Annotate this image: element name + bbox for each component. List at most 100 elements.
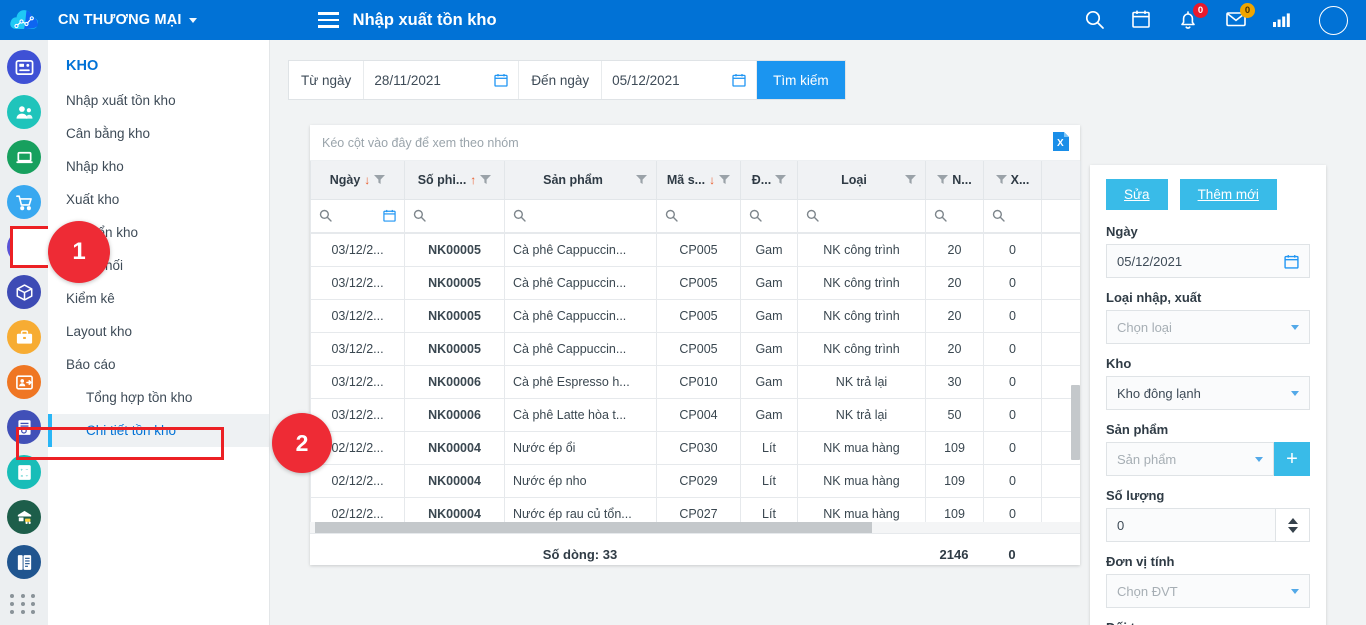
avatar[interactable]: [1319, 5, 1348, 35]
grid-body-scroll-area[interactable]: 03/12/2... NK00005 Cà phê Cappuccin... CP00…: [310, 232, 1080, 533]
filter-cell-don-vi-tinh[interactable]: [740, 198, 798, 233]
plus-icon[interactable]: +: [1274, 442, 1310, 476]
table-row[interactable]: 02/12/2... NK00004 Nước ép ổi CP030 Lít NK mu…: [310, 430, 1080, 465]
sidebar-item-xuat-kho[interactable]: Xuất kho: [48, 183, 269, 216]
loai-nhap-xuat-select[interactable]: Chọn loại: [1106, 310, 1310, 344]
bell-icon[interactable]: 0: [1178, 3, 1208, 31]
grid-horizontal-scrollbar-track[interactable]: [310, 521, 1080, 533]
column-header-don-vi-tinh[interactable]: Đ...: [740, 161, 798, 200]
column-header-ngay[interactable]: Ngày ↓: [310, 161, 405, 200]
san-pham-select[interactable]: Sản phẩm: [1106, 442, 1274, 476]
cell-don-vi-tinh: Gam: [740, 331, 798, 366]
sidebar-item-tong-hop-ton-kho[interactable]: Tổng hợp tồn kho: [48, 381, 269, 414]
table-row[interactable]: 03/12/2... NK00006 Cà phê Latte hòa t... CP…: [310, 397, 1080, 432]
excel-export-icon[interactable]: X: [1050, 129, 1072, 153]
rail-item-laptop-icon[interactable]: [7, 140, 41, 174]
bar-chart-icon[interactable]: [1272, 9, 1294, 31]
cell-so-phieu[interactable]: NK00005: [404, 232, 505, 267]
cell-so-phieu[interactable]: NK00006: [404, 364, 505, 399]
grid-horizontal-scrollbar-thumb[interactable]: [315, 521, 872, 533]
search-button[interactable]: Tìm kiếm: [757, 61, 845, 99]
table-row[interactable]: 03/12/2... NK00005 Cà phê Cappuccin... CP00…: [310, 265, 1080, 300]
sidebar-item-kiem-ke[interactable]: Kiểm kê: [48, 282, 269, 315]
search-icon[interactable]: [319, 209, 332, 222]
sidebar-item-nhap-kho[interactable]: Nhập kho: [48, 150, 269, 183]
calendar-icon[interactable]: [494, 73, 508, 87]
kho-select[interactable]: Kho đông lạnh: [1106, 376, 1310, 410]
grid-vertical-scrollbar[interactable]: [1071, 384, 1080, 460]
from-date-input[interactable]: 28/11/2021: [364, 61, 520, 99]
cell-so-phieu[interactable]: NK00005: [404, 331, 505, 366]
rail-item-crm-people-icon[interactable]: [7, 95, 41, 129]
column-header-xuat[interactable]: X...: [983, 161, 1042, 200]
rail-item-accounting-icon[interactable]: + − × ÷: [7, 455, 41, 489]
sort-desc-icon[interactable]: ↓: [709, 173, 715, 187]
filter-cell-ma-san-pham[interactable]: [656, 198, 741, 233]
filter-cell-xuat[interactable]: [983, 198, 1042, 233]
search-icon[interactable]: [665, 209, 732, 222]
rail-item-document-book-icon[interactable]: [7, 410, 41, 444]
sidebar-item-nhap-xuat-ton-kho[interactable]: Nhập xuất tồn kho: [48, 84, 269, 117]
search-icon[interactable]: [1084, 9, 1106, 31]
rail-item-warehouse-icon[interactable]: [7, 226, 52, 268]
to-date-input[interactable]: 05/12/2021: [602, 61, 758, 99]
table-row[interactable]: 03/12/2... NK00005 Cà phê Cappuccin... CP00…: [310, 232, 1080, 267]
mail-icon[interactable]: 0: [1225, 3, 1255, 31]
filter-cell-san-pham[interactable]: [504, 198, 657, 233]
sidebar-item-can-bang-kho[interactable]: Cân bằng kho: [48, 117, 269, 150]
rail-item-hr-checkin-icon[interactable]: [7, 365, 41, 399]
stepper-down-icon[interactable]: [1287, 526, 1298, 533]
calendar-icon[interactable]: [732, 73, 746, 87]
rail-item-report-file-icon[interactable]: [7, 545, 41, 579]
group-drop-panel[interactable]: Kéo cột vào đây để xem theo nhóm X: [310, 125, 1080, 161]
rail-item-cart-icon[interactable]: [7, 185, 41, 219]
calendar-icon[interactable]: [1131, 9, 1153, 31]
column-header-so-phieu[interactable]: Số phi... ↑: [404, 161, 505, 200]
quantity-stepper[interactable]: [1276, 508, 1310, 542]
sort-asc-icon[interactable]: ↑: [470, 173, 476, 187]
date-input[interactable]: 05/12/2021: [1106, 244, 1310, 278]
rail-item-pos-icon[interactable]: [7, 50, 41, 84]
cell-so-phieu[interactable]: NK00004: [404, 430, 505, 465]
search-icon[interactable]: [513, 209, 648, 222]
sidebar-item-layout-kho[interactable]: Layout kho: [48, 315, 269, 348]
cell-so-phieu[interactable]: NK00004: [404, 463, 505, 498]
so-luong-input[interactable]: 0: [1106, 508, 1276, 542]
search-icon[interactable]: [992, 209, 1033, 222]
calendar-icon[interactable]: [383, 209, 396, 222]
search-icon[interactable]: [934, 209, 975, 222]
add-new-button[interactable]: Thêm mới: [1179, 179, 1277, 210]
rail-item-briefcase-icon[interactable]: [7, 320, 41, 354]
filter-cell-loai[interactable]: [797, 198, 926, 233]
table-row[interactable]: 03/12/2... NK00006 Cà phê Espresso h... CP0…: [310, 364, 1080, 399]
table-row[interactable]: 03/12/2... NK00005 Cà phê Cappuccin... CP00…: [310, 298, 1080, 333]
search-icon[interactable]: [806, 209, 917, 222]
stepper-up-icon[interactable]: [1287, 517, 1298, 524]
edit-button[interactable]: Sửa: [1106, 179, 1168, 210]
cloud-network-logo[interactable]: [0, 0, 48, 40]
table-row[interactable]: 03/12/2... NK00005 Cà phê Cappuccin... CP00…: [310, 331, 1080, 366]
sort-desc-icon[interactable]: ↓: [364, 173, 370, 187]
cell-so-phieu[interactable]: NK00006: [404, 397, 505, 432]
sidebar-item-chi-tiet-ton-kho[interactable]: Chi tiết tồn kho: [48, 414, 269, 447]
column-header-nhap[interactable]: N...: [925, 161, 984, 200]
filter-cell-ngay[interactable]: [310, 198, 405, 233]
company-selector[interactable]: CN THƯƠNG MẠI: [58, 12, 197, 28]
table-row[interactable]: 02/12/2... NK00004 Nước ép nho CP029 Lít NK m…: [310, 463, 1080, 498]
sidebar-item-bao-cao[interactable]: Báo cáo: [48, 348, 269, 381]
cell-so-phieu[interactable]: NK00005: [404, 265, 505, 300]
filter-cell-so-phieu[interactable]: [404, 198, 505, 233]
hamburger-menu-icon[interactable]: [317, 12, 339, 28]
search-icon[interactable]: [749, 209, 789, 222]
cell-so-phieu[interactable]: NK00005: [404, 298, 505, 333]
apps-grid-icon[interactable]: [10, 594, 38, 614]
don-vi-tinh-select[interactable]: Chọn ĐVT: [1106, 574, 1310, 608]
calendar-icon[interactable]: [1284, 254, 1299, 269]
search-icon[interactable]: [413, 209, 496, 222]
filter-cell-nhap[interactable]: [925, 198, 984, 233]
rail-item-logistics-icon[interactable]: [7, 500, 41, 534]
column-header-ma-san-pham[interactable]: Mã s... ↓: [656, 161, 741, 200]
column-header-san-pham[interactable]: Sản phẩm: [504, 161, 657, 200]
column-header-loai[interactable]: Loại: [797, 161, 926, 200]
rail-item-box-3d-icon[interactable]: [7, 275, 41, 309]
